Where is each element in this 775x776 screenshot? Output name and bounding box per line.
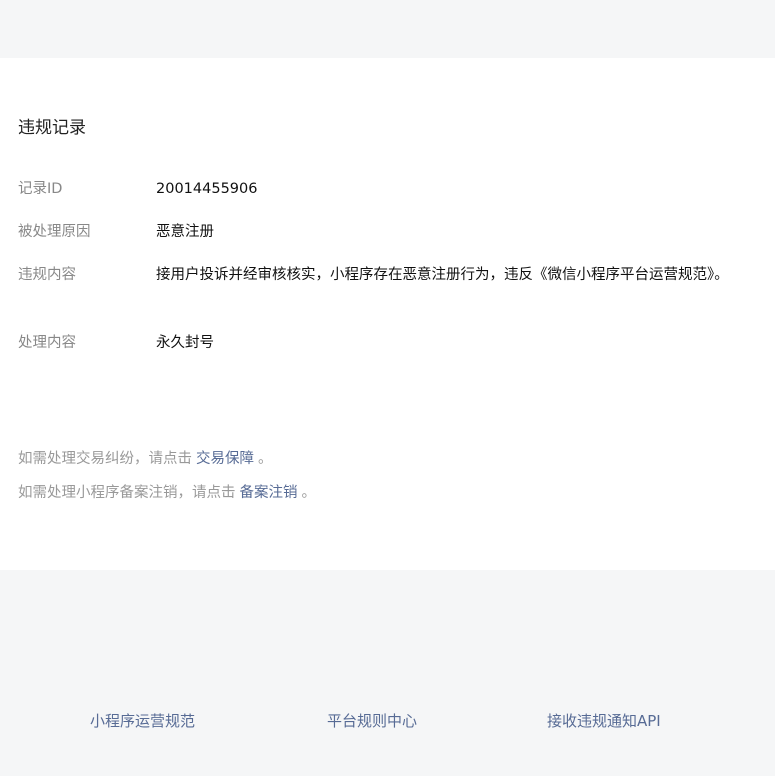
operation-rules-link[interactable]: 小程序运营规范 [90, 709, 195, 733]
action-row: 处理内容 永久封号 [18, 332, 757, 355]
reason-value: 恶意注册 [156, 224, 214, 240]
filing-note-prefix: 如需处理小程序备案注销，请点击 [18, 485, 236, 501]
filing-cancel-link[interactable]: 备案注销 [240, 485, 298, 501]
top-strip [0, 0, 775, 58]
violation-record-card: 违规记录 记录ID 20014455906 被处理原因 恶意注册 违规内容 接用… [0, 58, 775, 570]
trade-note-suffix: 。 [258, 451, 273, 467]
record-id-label: 记录ID [18, 181, 63, 197]
violation-content-label: 违规内容 [18, 267, 76, 283]
footer: 小程序运营规范 平台规则中心 接收违规通知API [0, 570, 775, 776]
action-value: 永久封号 [156, 335, 214, 351]
violation-content-row: 违规内容 接用户投诉并经审核核实，小程序存在恶意注册行为，违反《微信小程序平台运… [18, 264, 757, 287]
reason-row: 被处理原因 恶意注册 [18, 221, 757, 244]
record-id-value: 20014455906 [156, 181, 258, 197]
trade-note-prefix: 如需处理交易纠纷，请点击 [18, 451, 192, 467]
violation-notify-api-link[interactable]: 接收违规通知API [547, 709, 661, 733]
section-title: 违规记录 [18, 118, 86, 138]
trade-protection-link[interactable]: 交易保障 [196, 451, 254, 467]
platform-rules-center-link[interactable]: 平台规则中心 [327, 709, 417, 733]
filing-note-suffix: 。 [301, 485, 317, 501]
reason-label: 被处理原因 [18, 224, 91, 240]
record-id-row: 记录ID 20014455906 [18, 178, 757, 201]
violation-content-value: 接用户投诉并经审核核实，小程序存在恶意注册行为，违反《微信小程序平台运营规范》。 [156, 267, 729, 283]
action-label: 处理内容 [18, 335, 76, 351]
trade-dispute-note: 如需处理交易纠纷，请点击 交易保障。 [18, 448, 273, 470]
filing-cancel-note: 如需处理小程序备案注销，请点击 备案注销。 [18, 482, 316, 504]
footer-links: 小程序运营规范 平台规则中心 接收违规通知API [0, 709, 775, 733]
